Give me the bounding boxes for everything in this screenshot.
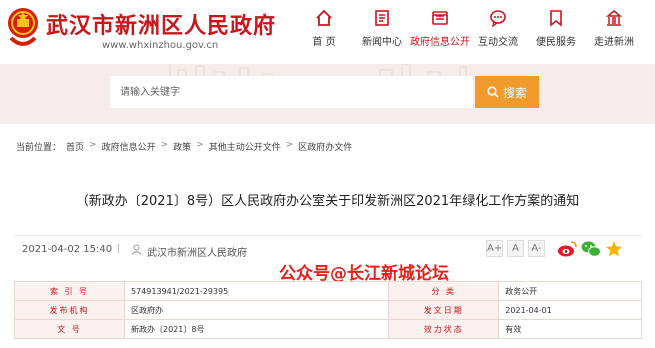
chat-icon	[490, 10, 506, 27]
font-size-default-button[interactable]: A	[507, 240, 524, 257]
info-value: 574913941/2021-29395	[123, 281, 390, 301]
breadcrumb-separator: >	[89, 140, 97, 150]
breadcrumb-item[interactable]: 其他主动公开文件	[209, 140, 281, 153]
landmark-icon	[605, 10, 623, 26]
info-key: 效力状态	[388, 319, 500, 339]
nav-label: 首 页	[312, 37, 336, 48]
font-size-decrease-button[interactable]: A-	[528, 240, 545, 257]
nav-news[interactable]: 新闻中心	[352, 6, 412, 56]
breadcrumb-item[interactable]: 首页	[66, 140, 84, 153]
table-row: 文 号 新政办〔2021〕8号 效力状态 有效	[14, 319, 642, 339]
nav-home[interactable]: 首 页	[294, 6, 354, 56]
site-url: www.whxinzhou.gov.cn	[102, 40, 219, 51]
info-value: 2021-04-01	[498, 300, 642, 320]
home-icon	[316, 9, 332, 26]
info-key: 发布机构	[14, 300, 125, 320]
info-open-icon	[432, 11, 448, 25]
table-row: 发布机构 区政府办 发文日期 2021-04-01	[14, 300, 642, 320]
nav-label: 互动交流	[478, 37, 518, 48]
breadcrumb-separator: >	[160, 140, 169, 150]
nav-label: 走进新洲	[594, 37, 634, 48]
info-value: 新政办〔2021〕8号	[123, 319, 390, 339]
info-key: 文 号	[14, 319, 125, 339]
breadcrumb-separator: >	[285, 140, 294, 150]
news-icon	[375, 10, 389, 26]
breadcrumb-prefix: 当前位置：	[16, 143, 62, 153]
search-icon	[487, 86, 499, 98]
nav-label: 政府信息公开	[410, 37, 470, 48]
breadcrumb-item[interactable]: 政策	[173, 140, 191, 153]
info-key: 发文日期	[388, 300, 500, 320]
info-value: 有效	[498, 319, 642, 339]
site-name[interactable]: 武汉市新洲区人民政府	[46, 8, 276, 40]
publish-date: 2021-04-02 15:40	[22, 244, 113, 255]
meta-separator: |	[117, 243, 121, 254]
wechat-icon[interactable]	[581, 240, 601, 258]
page-title: （新政办〔2021〕8号）区人民政府办公室关于印发新洲区2021年绿化工作方案的…	[75, 194, 580, 209]
breadcrumb-item[interactable]: 区政府办文件	[298, 140, 352, 153]
info-key: 索 引 号	[14, 281, 125, 301]
breadcrumb: 当前位置： 首页 > 政府信息公开 > 政策 > 其他主动公开文件 > 区政府办…	[16, 140, 352, 153]
breadcrumb-separator: >	[196, 140, 204, 150]
publish-source: 武汉市新洲区人民政府	[147, 248, 247, 259]
nav-about[interactable]: 走进新洲	[584, 6, 644, 56]
nav-info-open[interactable]: 政府信息公开	[410, 6, 470, 56]
nav-interaction[interactable]: 互动交流	[468, 6, 528, 56]
site-header: 武汉市新洲区人民政府 www.whxinzhou.gov.cn 首 页 新闻中心…	[0, 0, 655, 64]
nav-label: 便民服务	[536, 37, 576, 48]
breadcrumb-item[interactable]: 政府信息公开	[102, 140, 156, 153]
info-value: 区政府办	[123, 300, 390, 320]
table-row: 索 引 号 574913941/2021-29395 分 类 政务公开	[14, 281, 642, 301]
search-button[interactable]: 搜索	[475, 76, 539, 108]
nav-services[interactable]: 便民服务	[526, 6, 586, 56]
favorite-icon[interactable]	[605, 240, 623, 258]
info-value: 政务公开	[498, 281, 642, 301]
service-icon	[550, 10, 562, 27]
national-emblem-icon	[8, 8, 38, 46]
search-button-label: 搜索	[502, 85, 527, 100]
search-input[interactable]	[110, 76, 473, 108]
nav-label: 新闻中心	[362, 37, 402, 48]
document-info-table: 索 引 号 574913941/2021-29395 分 类 政务公开 发布机构…	[14, 281, 642, 339]
weibo-icon[interactable]	[557, 240, 577, 258]
info-key: 分 类	[388, 281, 500, 301]
user-icon	[131, 244, 142, 255]
font-size-increase-button[interactable]: A+	[486, 240, 503, 257]
